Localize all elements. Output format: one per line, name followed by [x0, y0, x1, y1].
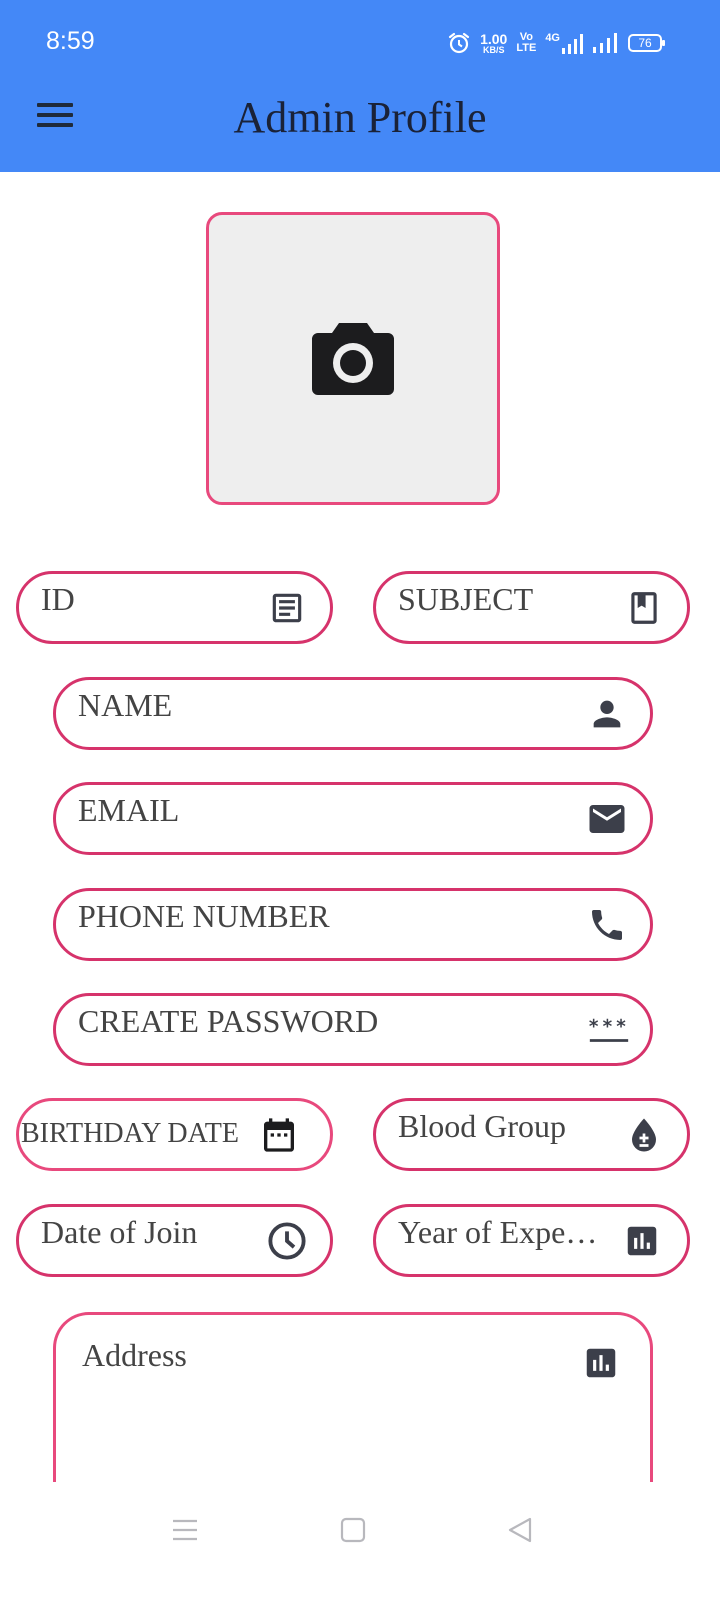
camera-icon	[312, 322, 394, 395]
network-speed: 1.00 KB/S	[480, 30, 508, 55]
birthday-field[interactable]: BIRTHDAY DATE	[16, 1098, 333, 1171]
status-icons: 1.00 KB/S Vo LTE 4G 76	[447, 30, 665, 56]
bar-chart-icon	[621, 1220, 663, 1262]
menu-icon	[173, 1519, 197, 1541]
mail-icon	[586, 798, 628, 840]
name-field-label: NAME	[78, 687, 173, 723]
email-field-label: EMAIL	[78, 792, 180, 828]
app-bar: 8:59 1.00 KB/S Vo LTE 4G 76 Admin Profil…	[0, 0, 720, 172]
signal-4g: 4G	[545, 32, 584, 54]
svg-text:*: *	[603, 1016, 613, 1037]
password-field-label: CREATE PASSWORD	[78, 1003, 379, 1039]
home-square-icon	[340, 1517, 366, 1543]
article-icon	[266, 587, 308, 629]
blood-drop-icon	[623, 1114, 665, 1156]
blood-group-field[interactable]: Blood Group	[373, 1098, 690, 1171]
nav-home-button[interactable]	[333, 1510, 373, 1550]
id-field[interactable]: ID	[16, 571, 333, 644]
experience-field[interactable]: Year of Expe…	[373, 1204, 690, 1277]
birthday-field-label: BIRTHDAY DATE	[21, 1118, 239, 1149]
id-field-label: ID	[41, 581, 75, 617]
name-field[interactable]: NAME	[53, 677, 653, 750]
bar-chart-icon	[582, 1344, 622, 1384]
nav-menu-button[interactable]	[165, 1510, 205, 1550]
svg-text:*: *	[589, 1016, 599, 1037]
phone-field[interactable]: PHONE NUMBER	[53, 888, 653, 961]
date-of-join-field[interactable]: Date of Join	[16, 1204, 333, 1277]
nav-back-button[interactable]	[500, 1510, 540, 1550]
battery-icon: 76	[628, 34, 665, 52]
blood-group-field-label: Blood Group	[398, 1108, 566, 1144]
system-nav-bar	[0, 1482, 720, 1600]
back-triangle-icon	[508, 1517, 532, 1543]
phone-field-label: PHONE NUMBER	[78, 898, 330, 934]
signal-strength-icon	[562, 34, 583, 54]
password-icon: * * *	[588, 1009, 630, 1051]
experience-field-label: Year of Expe…	[398, 1214, 598, 1250]
signal-strength-icon-2	[593, 33, 617, 53]
svg-text:*: *	[616, 1016, 626, 1037]
phone-icon	[586, 904, 628, 946]
person-icon	[586, 693, 628, 735]
calendar-icon	[258, 1114, 300, 1156]
email-field[interactable]: EMAIL	[53, 782, 653, 855]
page-title: Admin Profile	[233, 93, 487, 142]
book-icon	[623, 587, 665, 629]
subject-field-label: SUBJECT	[398, 581, 534, 617]
profile-photo-picker[interactable]	[206, 212, 500, 505]
alarm-icon	[448, 32, 470, 54]
password-field[interactable]: CREATE PASSWORD * * *	[53, 993, 653, 1066]
subject-field[interactable]: SUBJECT	[373, 571, 690, 644]
volte-indicator: Vo LTE	[516, 31, 537, 54]
clock-icon	[266, 1220, 308, 1262]
status-time: 8:59	[46, 27, 95, 55]
date-of-join-field-label: Date of Join	[41, 1214, 198, 1250]
address-field-label: Address	[82, 1337, 187, 1373]
